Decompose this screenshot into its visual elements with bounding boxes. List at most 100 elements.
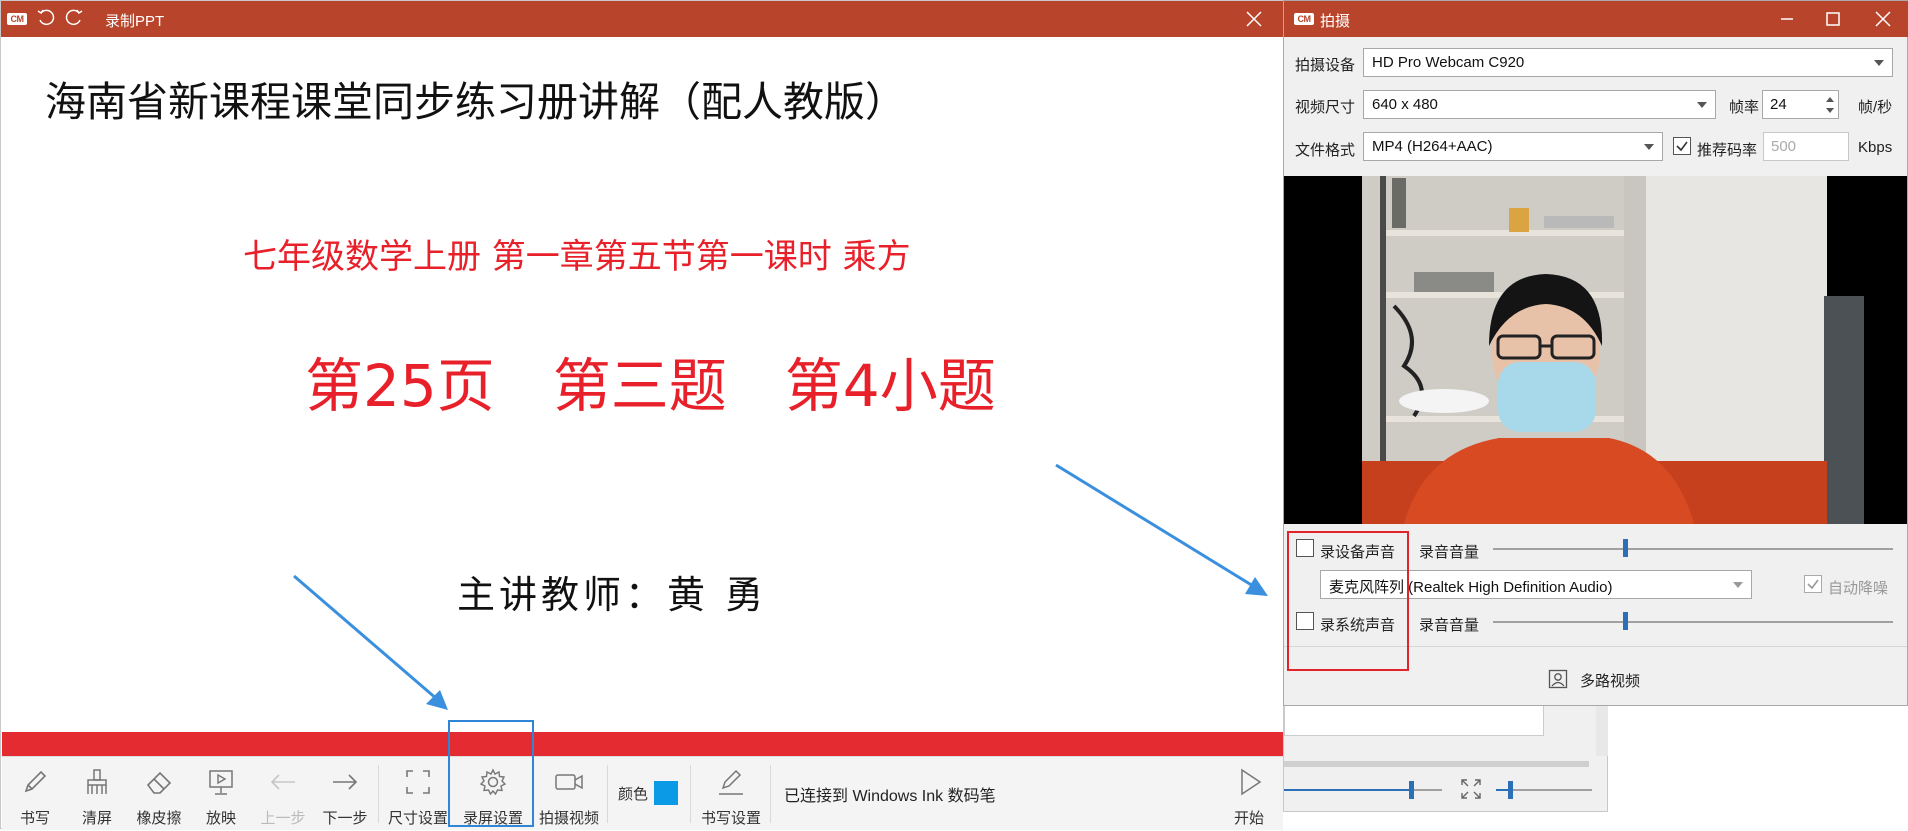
annotation-arrow-icon: [293, 574, 448, 710]
capture-video-button[interactable]: 拍摄视频: [532, 757, 606, 831]
auto-denoise-checkbox[interactable]: [1804, 575, 1822, 593]
background-hscrollbar[interactable]: [1284, 761, 1589, 767]
auto-denoise-label: 自动降噪: [1828, 580, 1889, 597]
video-size-select[interactable]: 640 x 480: [1363, 90, 1716, 119]
undo-icon[interactable]: [36, 8, 56, 33]
redo-icon[interactable]: [64, 8, 84, 33]
slide-title: 海南省新课程课堂同步练习册讲解（配人教版）: [45, 78, 906, 126]
file-format-value: MP4 (H264+AAC): [1372, 138, 1493, 155]
pen-settings-button[interactable]: 书写设置: [694, 757, 768, 831]
system-volume-label: 录音音量: [1419, 617, 1480, 634]
maximize-button[interactable]: [1810, 1, 1856, 37]
highlight-box-audio-options: [1287, 531, 1409, 671]
fps-value: 24: [1770, 96, 1787, 113]
recommended-bitrate-checkbox[interactable]: [1673, 137, 1691, 155]
minimize-button[interactable]: [1764, 1, 1810, 37]
video-size-label: 视频尺寸: [1295, 99, 1356, 116]
background-slider-rest: [1412, 789, 1442, 791]
ppt-window-title: 录制PPT: [105, 13, 165, 30]
clear-screen-label: 清屏: [81, 810, 112, 827]
webcam-frame-image: [1284, 176, 1907, 524]
next-step-label: 下一步: [322, 810, 368, 827]
device-volume-label: 录音音量: [1419, 544, 1480, 561]
write-button[interactable]: 书写: [2, 757, 68, 831]
pen-color-swatch[interactable]: [654, 781, 678, 805]
chevron-down-icon: [1697, 102, 1707, 108]
pen-icon: [24, 770, 47, 793]
arrow-right-icon: [333, 774, 358, 790]
chevron-down-icon: [1874, 60, 1884, 66]
spinner-arrows-icon[interactable]: [1825, 94, 1835, 116]
recommended-bitrate-label: 推荐码率: [1697, 142, 1758, 159]
device-volume-thumb[interactable]: [1623, 539, 1628, 557]
frame-icon: [406, 770, 430, 794]
device-label: 拍摄设备: [1295, 57, 1356, 74]
system-volume-slider[interactable]: [1493, 621, 1893, 623]
check-icon: [1807, 579, 1819, 590]
file-format-select[interactable]: MP4 (H264+AAC): [1363, 132, 1663, 161]
close-icon: [1246, 11, 1262, 27]
color-label: 颜色: [618, 786, 649, 803]
system-volume-thumb[interactable]: [1623, 612, 1628, 630]
chevron-down-icon: [1644, 144, 1654, 150]
background-window: [1283, 700, 1608, 812]
background-volume-thumb[interactable]: [1508, 781, 1513, 799]
device-select-value: HD Pro Webcam C920: [1372, 54, 1525, 71]
play-icon: [1241, 768, 1262, 796]
capture-window-title: 拍摄: [1320, 13, 1351, 30]
app-logo-icon: CM: [7, 13, 27, 25]
slide-footer-band: [2, 732, 1283, 756]
user-frame-icon: [1548, 669, 1568, 689]
maximize-icon: [1826, 12, 1840, 26]
device-select[interactable]: HD Pro Webcam C920: [1363, 48, 1893, 77]
bitrate-value: 500: [1771, 138, 1797, 155]
eraser-button[interactable]: 橡皮擦: [126, 757, 192, 831]
slide-teacher: 主讲教师：黄 勇: [457, 573, 768, 617]
toolbar-divider: [690, 765, 691, 823]
eraser-label: 橡皮擦: [136, 810, 182, 827]
check-icon: [1676, 141, 1688, 152]
multi-video-button[interactable]: 多路视频: [1548, 668, 1658, 692]
eraser-icon: [146, 771, 172, 794]
close-button[interactable]: [1860, 1, 1906, 37]
next-step-button[interactable]: 下一步: [312, 757, 378, 831]
background-volume-rest: [1510, 789, 1592, 791]
start-button[interactable]: 开始: [1218, 757, 1280, 831]
size-settings-label: 尺寸设置: [387, 810, 448, 827]
ppt-titlebar: CM 录制PPT: [1, 1, 1284, 37]
fps-label: 帧率: [1729, 99, 1760, 116]
app-logo-icon: CM: [1294, 13, 1314, 25]
bitrate-input[interactable]: 500: [1763, 132, 1849, 161]
minimize-icon: [1781, 18, 1793, 20]
capture-video-label: 拍摄视频: [538, 810, 599, 827]
arrow-left-icon: [270, 774, 295, 790]
background-scrollbar[interactable]: [1596, 700, 1608, 756]
fps-spinner[interactable]: 24: [1762, 90, 1839, 119]
prev-step-button[interactable]: 上一步: [250, 757, 316, 831]
toolbar-divider: [770, 765, 771, 823]
close-button[interactable]: [1231, 1, 1277, 37]
pen-settings-icon: [719, 769, 743, 795]
background-slider-track[interactable]: [1284, 789, 1412, 791]
highlight-box-screen-settings: [448, 720, 534, 827]
prev-step-label: 上一步: [260, 810, 306, 827]
multi-video-label: 多路视频: [1580, 673, 1641, 690]
write-label: 书写: [19, 810, 50, 827]
slide-problem-reference: 第25页 第三题 第4小题: [305, 352, 996, 420]
fullscreen-icon[interactable]: [1460, 778, 1482, 800]
chevron-down-icon: [1733, 582, 1743, 588]
slide-subtitle: 七年级数学上册 第一章第五节第一课时 乘方: [243, 237, 911, 277]
close-icon: [1875, 11, 1891, 27]
ink-status-text: 已连接到 Windows Ink 数码笔: [784, 788, 996, 805]
capture-titlebar: CM 拍摄: [1284, 1, 1908, 37]
device-volume-slider[interactable]: [1493, 548, 1893, 550]
annotation-arrow-icon: [1055, 463, 1268, 596]
webcam-preview: [1284, 176, 1907, 524]
ppt-toolbar: 书写 清屏 橡皮擦 放映 上一步 下一步 尺寸设置 录屏设置 拍摄视频 颜色 书…: [2, 756, 1283, 830]
play-button[interactable]: 放映: [188, 757, 254, 831]
file-format-label: 文件格式: [1295, 142, 1356, 159]
clear-screen-button[interactable]: 清屏: [64, 757, 130, 831]
size-settings-button[interactable]: 尺寸设置: [382, 757, 454, 831]
background-slider-thumb[interactable]: [1409, 781, 1414, 799]
video-size-value: 640 x 480: [1372, 96, 1438, 113]
